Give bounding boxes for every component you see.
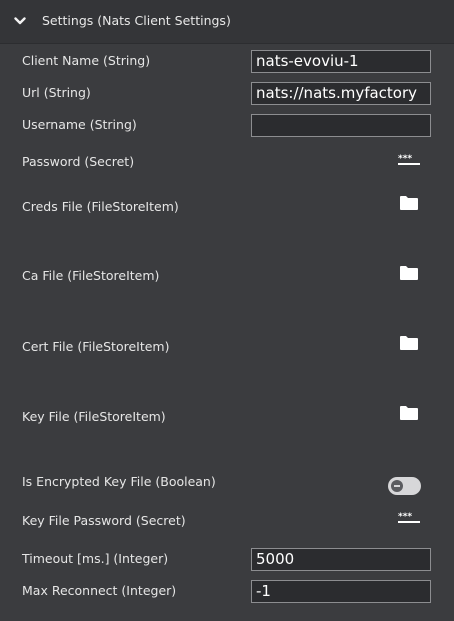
max-reconnect-input[interactable]: -1 [251,580,431,603]
svg-text:***: *** [398,154,412,164]
section-header[interactable]: Settings (Nats Client Settings) [0,0,454,44]
svg-text:***: *** [398,512,412,522]
section-title: Settings (Nats Client Settings) [42,13,231,28]
folder-icon[interactable] [399,265,419,281]
secret-icon[interactable]: *** [398,511,420,523]
chevron-down-icon[interactable] [14,16,26,26]
url-label: Url (String) [22,85,91,100]
username-input[interactable] [251,114,431,137]
secret-icon[interactable]: *** [398,153,420,165]
settings-panel: Settings (Nats Client Settings) Client N… [0,0,454,621]
max-reconnect-label: Max Reconnect (Integer) [22,583,177,598]
password-label: Password (Secret) [22,154,135,169]
folder-icon[interactable] [399,195,419,211]
key-file-password-label: Key File Password (Secret) [22,513,186,528]
timeout-input[interactable]: 5000 [251,548,431,571]
client-name-label: Client Name (String) [22,53,151,68]
key-file-label: Key File (FileStoreItem) [22,409,166,424]
username-label: Username (String) [22,117,137,132]
creds-file-label: Creds File (FileStoreItem) [22,199,179,214]
url-input[interactable]: nats://nats.myfactory [251,82,431,105]
folder-icon[interactable] [399,335,419,351]
toggle-knob [391,480,403,492]
ca-file-label: Ca File (FileStoreItem) [22,268,160,283]
is-encrypted-key-file-label: Is Encrypted Key File (Boolean) [22,474,216,489]
is-encrypted-key-file-toggle[interactable] [388,477,421,495]
cert-file-label: Cert File (FileStoreItem) [22,339,170,354]
timeout-label: Timeout [ms.] (Integer) [22,551,169,566]
folder-icon[interactable] [399,405,419,421]
client-name-input[interactable]: nats-evoviu-1 [251,50,431,73]
